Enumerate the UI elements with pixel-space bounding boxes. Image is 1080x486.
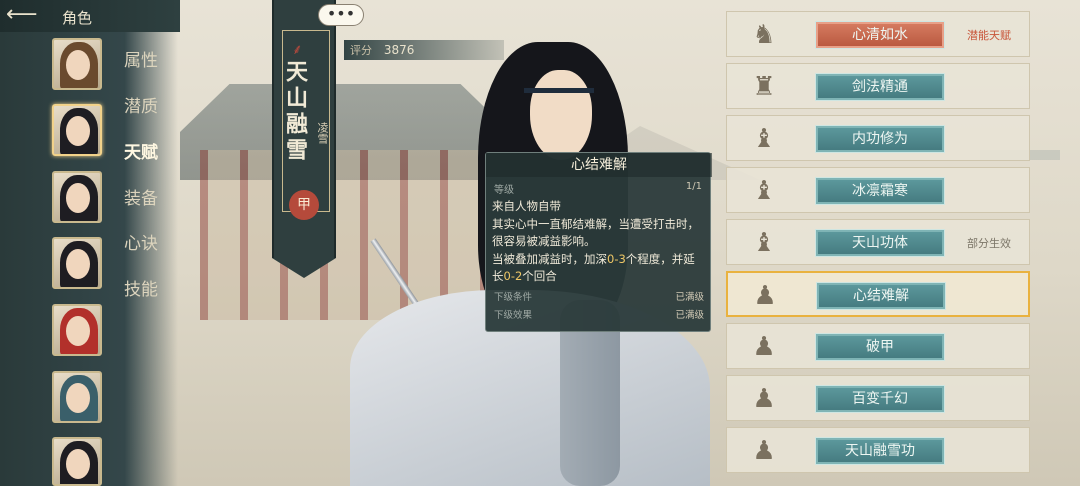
talent-button-4[interactable]: 冰凛霜寒 bbox=[815, 177, 945, 205]
talent-tooltip: 心结难解 等级 1/1 来自人物自带 其实心中一直郁结难解，当遭受打击时，很容易… bbox=[485, 152, 712, 332]
character-avatar-5[interactable] bbox=[52, 304, 102, 356]
character-headband bbox=[524, 88, 594, 93]
talent-row-8[interactable]: ♟ 百变千幻 bbox=[726, 375, 1030, 421]
nav-item-skills[interactable]: 技能 bbox=[124, 275, 158, 300]
talent-button-7[interactable]: 破甲 bbox=[815, 333, 945, 361]
tooltip-lore: 其实心中一直郁结难解，当遭受打击时，很容易被减益影响。 bbox=[492, 216, 699, 249]
talent-button-8[interactable]: 百变千幻 bbox=[815, 385, 945, 413]
tooltip-next-condition: 下级条件 已满级 bbox=[494, 289, 704, 303]
character-name: 天山融雪 bbox=[282, 60, 307, 164]
nav-item-talent[interactable]: 天赋 bbox=[124, 138, 158, 163]
talent-row-9[interactable]: ♟ 天山融雪功 bbox=[726, 427, 1030, 473]
character-avatar-2[interactable] bbox=[52, 104, 102, 156]
tooltip-next-effect: 下级效果 已满级 bbox=[494, 307, 704, 321]
tooltip-title: 心结难解 bbox=[486, 153, 712, 177]
nav-item-potential[interactable]: 潜质 bbox=[124, 92, 158, 117]
character-avatar-4[interactable] bbox=[52, 237, 102, 289]
talent-button-1[interactable]: 心清如水 bbox=[815, 21, 945, 49]
more-options-button[interactable]: ••• bbox=[318, 4, 364, 26]
talent-note-1: 潜能天赋 bbox=[967, 29, 1011, 42]
character-avatar-7[interactable] bbox=[52, 437, 102, 486]
effect-text-1: 当被叠加减益时，加深 bbox=[492, 251, 607, 266]
nav-item-mind-art[interactable]: 心诀 bbox=[124, 229, 158, 254]
talent-button-2[interactable]: 剑法精通 bbox=[815, 73, 945, 101]
feather-ornament-icon: ⸙ bbox=[292, 42, 303, 58]
talent-row-1[interactable]: ♞ 心清如水 潜能天赋 bbox=[726, 11, 1030, 57]
frost-figure-icon: ♝ bbox=[752, 176, 776, 206]
next-effect-label: 下级效果 bbox=[494, 310, 533, 321]
effect-text-3: 个回合 bbox=[522, 269, 557, 283]
character-avatar-1[interactable] bbox=[52, 38, 102, 90]
character-face bbox=[530, 70, 592, 160]
page-title: 角色 bbox=[62, 9, 93, 27]
talent-button-9[interactable]: 天山融雪功 bbox=[815, 437, 945, 465]
leaping-figure-icon: ♜ bbox=[752, 72, 776, 102]
tooltip-effect: 当被叠加减益时，加深0-3个程度，并延长0-2个回合 bbox=[492, 251, 706, 286]
talent-button-6[interactable]: 心结难解 bbox=[816, 282, 946, 310]
talent-button-5[interactable]: 天山功体 bbox=[815, 229, 945, 257]
snow-figure-icon: ♟ bbox=[752, 436, 776, 466]
character-alias: 凌雪 bbox=[316, 122, 329, 144]
next-condition-value: 已满级 bbox=[675, 292, 704, 303]
effect-turn-range: 0-2 bbox=[503, 269, 523, 283]
tooltip-description: 来自人物自带 其实心中一直郁结难解，当遭受打击时，很容易被减益影响。 当被叠加减… bbox=[492, 198, 706, 286]
tooltip-level-value: 1/1 bbox=[685, 181, 702, 192]
talent-row-5[interactable]: ♝ 天山功体 部分生效 bbox=[726, 219, 1030, 265]
body-aura-icon: ♝ bbox=[752, 228, 776, 258]
nav-item-equipment[interactable]: 装备 bbox=[124, 184, 158, 209]
standing-figure-icon: ♟ bbox=[753, 281, 777, 311]
meditating-figure-icon: ♝ bbox=[752, 124, 776, 154]
grade-badge: 甲 bbox=[289, 190, 319, 220]
talent-row-3[interactable]: ♝ 内功修为 bbox=[726, 115, 1030, 161]
tooltip-level-label: 等级 bbox=[494, 185, 514, 196]
effect-depth-range: 0-3 bbox=[607, 251, 626, 266]
character-avatar-3[interactable] bbox=[52, 171, 102, 223]
score-bar: 评分 3876 bbox=[344, 40, 504, 60]
talent-row-7[interactable]: ♟ 破甲 bbox=[726, 323, 1030, 369]
back-arrow-icon[interactable]: ⟵ bbox=[6, 4, 46, 28]
armor-break-icon: ♟ bbox=[752, 332, 776, 362]
next-effect-value: 已满级 bbox=[675, 310, 704, 321]
talent-row-4[interactable]: ♝ 冰凛霜寒 bbox=[726, 167, 1030, 213]
talent-row-6[interactable]: ♟ 心结难解 bbox=[726, 271, 1030, 317]
score-value: 3876 bbox=[383, 43, 415, 57]
character-avatar-6[interactable] bbox=[52, 371, 102, 423]
talent-button-3[interactable]: 内功修为 bbox=[815, 125, 945, 153]
top-bar: ⟵ 角色 bbox=[0, 0, 180, 32]
illusion-figure-icon: ♟ bbox=[752, 384, 776, 414]
next-condition-label: 下级条件 bbox=[494, 292, 533, 303]
tooltip-source: 来自人物自带 bbox=[492, 199, 561, 213]
swordsman-pose-icon: ♞ bbox=[752, 20, 776, 50]
nav-item-attributes[interactable]: 属性 bbox=[124, 46, 158, 71]
talent-row-2[interactable]: ♜ 剑法精通 bbox=[726, 63, 1030, 109]
talent-note-5: 部分生效 bbox=[967, 237, 1011, 250]
character-name-banner: ⸙ 天山融雪 凌雪 甲 bbox=[272, 0, 336, 258]
score-label: 评分 bbox=[350, 44, 372, 57]
